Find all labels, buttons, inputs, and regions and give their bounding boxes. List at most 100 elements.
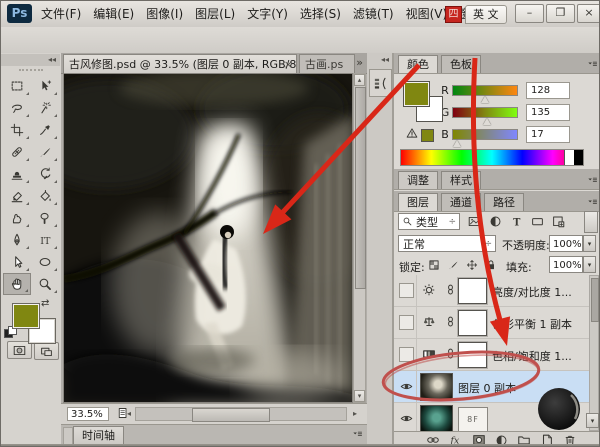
layers-scrollbar[interactable]	[589, 275, 599, 431]
zoom-tool[interactable]	[31, 273, 59, 295]
layer-mask-thumbnail[interactable]	[458, 278, 487, 304]
lasso-tool[interactable]	[3, 97, 31, 119]
timeline-menu-icon[interactable]	[352, 429, 363, 440]
layer-visibility-toggle[interactable]	[396, 339, 417, 370]
timeline-tab[interactable]: 时间轴	[73, 426, 124, 445]
layer-visibility-toggle[interactable]	[396, 275, 417, 306]
horizontal-scroll-thumb[interactable]	[192, 408, 270, 422]
lock-all-icon[interactable]	[485, 259, 497, 271]
layer-row-2[interactable]: 色相/饱和度 1...	[394, 339, 599, 371]
filter-smart-objects-icon[interactable]	[552, 215, 565, 228]
channel-value-g[interactable]: 135	[526, 103, 570, 121]
color-panel-menu-icon[interactable]	[587, 59, 598, 70]
pen-tool[interactable]	[3, 229, 31, 251]
tab-swatches[interactable]: 色板	[441, 55, 481, 73]
eyedropper-tool[interactable]	[31, 119, 59, 141]
close-button[interactable]: ×	[577, 4, 599, 23]
ime-icon[interactable]: 四	[445, 6, 462, 23]
filter-shape-layers-icon[interactable]	[531, 215, 544, 228]
fill-field[interactable]: 100%	[549, 256, 583, 273]
hand-tool[interactable]	[3, 273, 31, 295]
channel-value-b[interactable]: 17	[526, 125, 570, 143]
rectangular-marquee-tool[interactable]	[3, 75, 31, 97]
filter-adjustment-layers-icon[interactable]	[489, 215, 502, 228]
channel-value-r[interactable]: 128	[526, 81, 570, 99]
menu-item-5[interactable]: 选择(S)	[294, 1, 347, 27]
layer-row-1[interactable]: 色彩平衡 1 副本	[394, 307, 599, 339]
opacity-caret-icon[interactable]: ▾	[583, 235, 596, 252]
spot-healing-brush-tool[interactable]	[3, 141, 31, 163]
zoom-level-field[interactable]: 33.5%	[67, 407, 109, 421]
menu-item-0[interactable]: 文件(F)	[35, 1, 87, 27]
eraser-tool[interactable]	[3, 185, 31, 207]
layers-scroll-down-icon[interactable]: ▾	[586, 413, 599, 428]
layer-row-3[interactable]: 图层 0 副本	[394, 371, 599, 403]
layer-visibility-toggle[interactable]	[396, 371, 417, 402]
layers-panel-menu-icon[interactable]	[587, 197, 598, 208]
vertical-scroll-thumb[interactable]	[355, 87, 366, 289]
scroll-right-icon[interactable]: ▸	[353, 409, 357, 418]
layer-visibility-toggle[interactable]	[396, 403, 417, 431]
layer-visibility-toggle[interactable]	[396, 307, 417, 338]
spectrum-white-swatch[interactable]	[564, 150, 574, 165]
layer-mask-thumbnail[interactable]	[458, 310, 487, 336]
expand-dock-icon[interactable]: ◂◂	[381, 55, 389, 64]
document-tab-active[interactable]: 古风修图.psd @ 33.5% (图层 0 副本, RGB/8#) * ×	[63, 54, 297, 73]
horizontal-scrollbar[interactable]	[135, 407, 347, 422]
clone-stamp-tool[interactable]	[3, 163, 31, 185]
history-brush-tool[interactable]	[31, 163, 59, 185]
lock-pixels-icon[interactable]	[447, 259, 459, 271]
collapse-tools-icon[interactable]: ◂◂	[1, 54, 60, 66]
swap-colors-icon[interactable]: ⇄	[41, 298, 49, 309]
layer-row-0[interactable]: 亮度/对比度 1...	[394, 275, 599, 307]
lock-transparency-icon[interactable]	[428, 259, 440, 271]
ime-indicator[interactable]: 四 英 文	[445, 5, 507, 24]
smudge-tool[interactable]	[3, 207, 31, 229]
type-tool[interactable]: IT	[31, 229, 59, 251]
channel-slider-b[interactable]	[452, 128, 518, 147]
smart-filter-thumbnail[interactable]: 8F	[458, 407, 488, 431]
dodge-tool[interactable]	[31, 207, 59, 229]
tab-adjustments[interactable]: 调整	[398, 171, 438, 189]
ellipse-tool[interactable]	[31, 251, 59, 273]
layer-mask-thumbnail[interactable]	[458, 342, 487, 368]
crop-tool[interactable]	[3, 119, 31, 141]
layer-thumbnail[interactable]	[420, 405, 453, 431]
gamut-color-swatch[interactable]	[421, 129, 434, 142]
ime-language-button[interactable]: 英 文	[465, 5, 507, 24]
layer-thumbnail[interactable]	[420, 373, 453, 401]
menu-item-6[interactable]: 滤镜(T)	[347, 1, 400, 27]
scroll-left-icon[interactable]: ◂	[127, 409, 131, 418]
color-spectrum-ramp[interactable]	[400, 149, 584, 166]
brush-tool[interactable]	[31, 141, 59, 163]
spectrum-black-swatch[interactable]	[574, 150, 583, 165]
path-selection-tool[interactable]	[3, 251, 31, 273]
tab-layers[interactable]: 图层	[398, 193, 438, 211]
paint-bucket-tool[interactable]	[31, 185, 59, 207]
scroll-up-icon[interactable]: ▴	[354, 74, 365, 86]
move-tool[interactable]	[31, 75, 59, 97]
menu-item-2[interactable]: 图像(I)	[140, 1, 189, 27]
layer-row-4[interactable]: 8F	[394, 403, 599, 431]
tab-channels[interactable]: 通道	[441, 193, 481, 211]
menu-item-3[interactable]: 图层(L)	[189, 1, 241, 27]
opacity-field[interactable]: 100%	[549, 235, 583, 252]
foreground-color-swatch[interactable]	[12, 303, 40, 329]
filter-type-layers-icon[interactable]: T	[510, 215, 523, 228]
filter-switch[interactable]	[584, 211, 598, 233]
blend-mode-dropdown[interactable]: 正常 ÷	[398, 235, 496, 252]
document-canvas[interactable]	[63, 73, 353, 403]
scroll-down-icon[interactable]: ▾	[354, 390, 365, 402]
close-tab-icon[interactable]: ×	[284, 55, 293, 73]
filter-kind-dropdown[interactable]: 类型 ÷	[398, 213, 460, 230]
panel-foreground-swatch[interactable]	[403, 81, 430, 107]
filter-pixel-layers-icon[interactable]	[468, 215, 481, 228]
magic-wand-tool[interactable]	[31, 97, 59, 119]
tab-color[interactable]: 颜色	[398, 55, 438, 73]
channel-slider-g[interactable]	[452, 106, 518, 125]
minimize-button[interactable]: –	[515, 4, 544, 23]
lock-position-icon[interactable]	[466, 259, 478, 271]
fill-caret-icon[interactable]: ▾	[583, 256, 596, 273]
channel-slider-r[interactable]	[452, 84, 518, 103]
vertical-scrollbar[interactable]: ▴ ▾	[353, 73, 366, 403]
